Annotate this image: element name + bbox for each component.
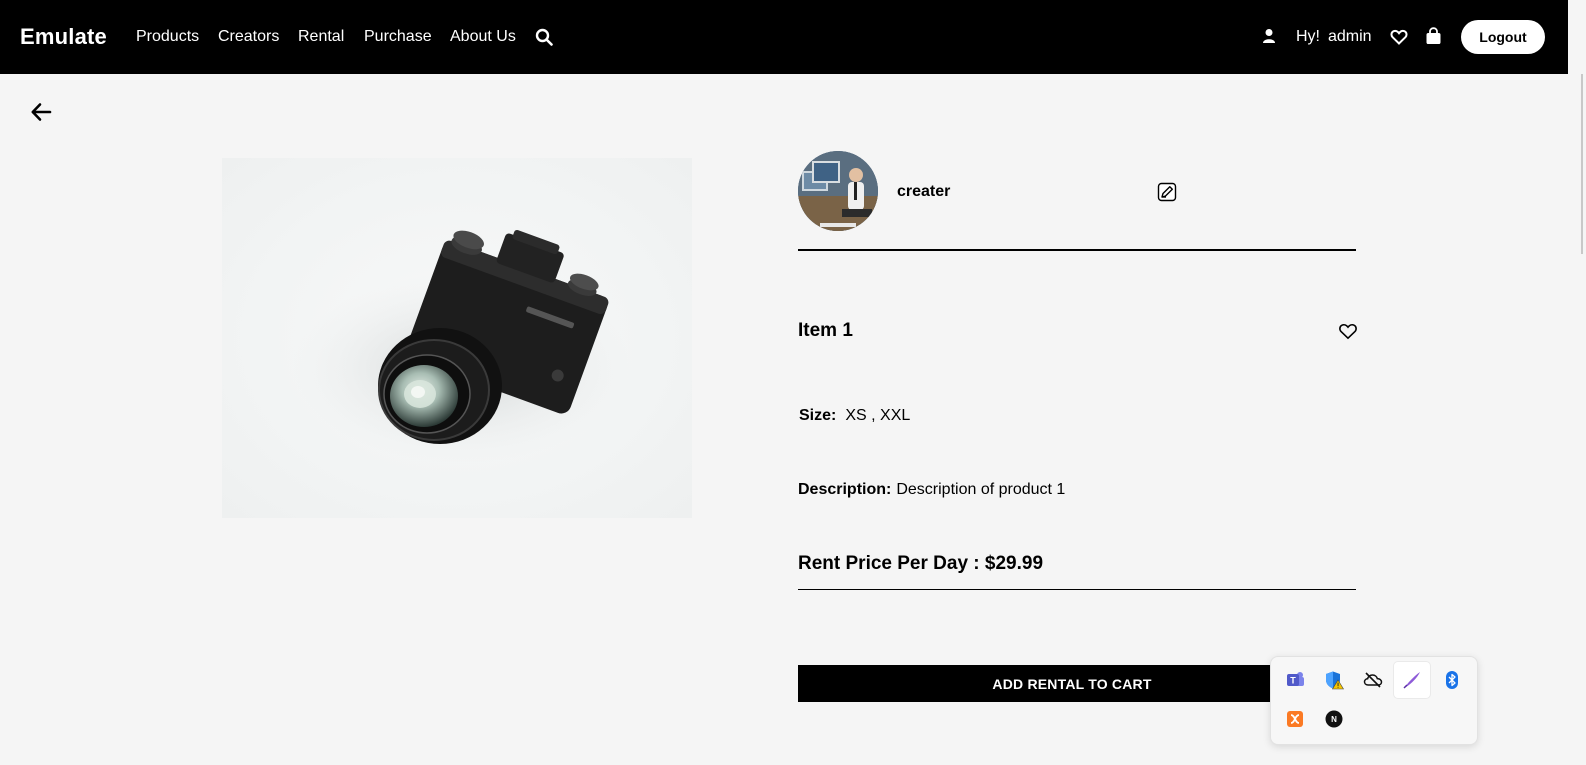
brand-logo[interactable]: Emulate	[20, 24, 107, 50]
shopping-bag-icon[interactable]	[1425, 27, 1442, 45]
search-icon[interactable]	[535, 28, 553, 46]
description-label: Description:	[798, 481, 892, 498]
add-rental-to-cart-button[interactable]: ADD RENTAL TO CART	[798, 665, 1346, 702]
product-image	[222, 158, 692, 518]
creator-name[interactable]: creater	[897, 183, 950, 201]
scrollbar[interactable]	[1568, 0, 1586, 765]
teams-icon[interactable]: T	[1277, 662, 1313, 698]
nav-link-creators[interactable]: Creators	[218, 28, 279, 46]
xampp-icon[interactable]	[1277, 701, 1313, 737]
size-row: Size: XS , XXL	[799, 407, 910, 425]
user-icon[interactable]	[1261, 28, 1277, 44]
top-navbar: Emulate Products Creators Rental Purchas…	[0, 0, 1568, 74]
nav-link-purchase[interactable]: Purchase	[364, 28, 432, 46]
rent-price: Rent Price Per Day : $29.99	[798, 553, 1356, 590]
username-text: admin	[1328, 28, 1372, 45]
greeting-text: Hy!	[1296, 28, 1320, 45]
scrollbar-thumb[interactable]	[1581, 74, 1583, 254]
favorite-heart-icon[interactable]	[1338, 322, 1358, 340]
back-arrow-icon[interactable]	[29, 100, 53, 124]
bluetooth-icon[interactable]	[1434, 662, 1470, 698]
wishlist-heart-icon[interactable]	[1390, 28, 1408, 46]
product-title: Item 1	[798, 320, 853, 341]
creator-header: creater	[798, 151, 1356, 251]
nav-link-about-us[interactable]: About Us	[450, 28, 516, 46]
svg-text:T: T	[1290, 676, 1296, 686]
avatar-photo	[798, 151, 878, 231]
onedrive-offline-icon[interactable]	[1355, 662, 1391, 698]
size-values: XS , XXL	[845, 407, 911, 424]
size-label: Size:	[799, 407, 837, 424]
defender-warning-icon[interactable]	[1316, 662, 1352, 698]
description-row: Description: Description of product 1	[798, 481, 1065, 499]
nav-link-rental[interactable]: Rental	[298, 28, 344, 46]
user-greeting: Hy! admin	[1296, 28, 1372, 46]
svg-text:N: N	[1331, 715, 1337, 724]
camera-photo	[292, 229, 632, 463]
nav-link-products[interactable]: Products	[136, 28, 199, 46]
pen-icon[interactable]	[1394, 662, 1430, 698]
logout-button[interactable]: Logout	[1461, 20, 1545, 54]
edit-icon[interactable]	[1157, 182, 1177, 202]
system-tray-overflow: T N	[1270, 656, 1478, 745]
app-icon[interactable]: N	[1316, 701, 1352, 737]
description-text: Description of product 1	[896, 481, 1066, 498]
creator-avatar[interactable]	[798, 151, 878, 231]
